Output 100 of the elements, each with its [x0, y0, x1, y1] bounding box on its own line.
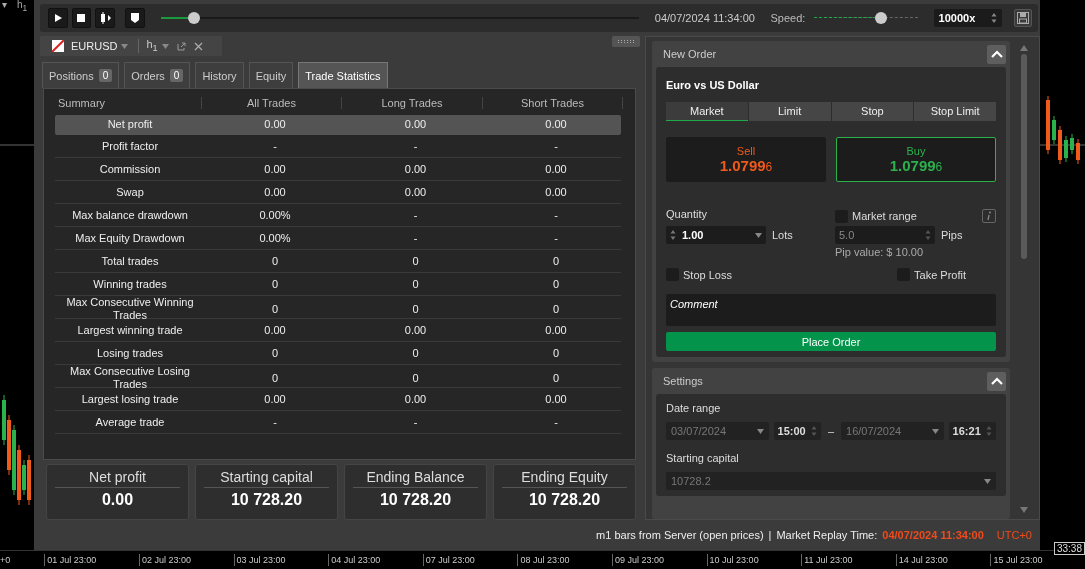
table-row[interactable]: Largest winning trade 0.00 0.00 0.00 [55, 319, 621, 342]
end-date-dropdown[interactable]: 16/07/2024 [841, 422, 944, 440]
order-type-tab[interactable]: Market [666, 102, 748, 121]
pips-field[interactable]: 5.0 [835, 226, 935, 244]
close-icon[interactable] [193, 41, 203, 51]
checkbox-label: Take Profit [914, 268, 966, 281]
progress-slider[interactable] [160, 12, 639, 24]
table-cell-text: 0 [270, 371, 280, 385]
table-cell-text: 0.00 [544, 185, 568, 199]
candle [1070, 133, 1074, 155]
sell-button[interactable]: Sell 1.07996 [666, 137, 826, 182]
spinner-icon[interactable] [986, 425, 992, 437]
candle [1052, 115, 1056, 145]
table-cell-text: - [553, 415, 559, 429]
table-cell-text: 0.00 [544, 162, 568, 176]
buy-button[interactable]: Buy 1.07996 [836, 137, 996, 182]
table-row[interactable]: Profit factor - - - [55, 135, 621, 158]
table-row[interactable]: Winning trades 0 0 0 [55, 273, 621, 296]
start-time-field[interactable]: 15:00 [773, 422, 821, 440]
tab[interactable]: Trade Statistics [298, 62, 388, 88]
table-row[interactable]: Total trades 0 0 0 [55, 250, 621, 273]
stop-icon [76, 13, 87, 23]
cursor-time-label: 33:38 [1053, 542, 1085, 555]
scroll-up-icon[interactable] [1019, 45, 1028, 51]
axis-label: 14 Jul 23:00 [895, 554, 991, 566]
caret-icon [756, 428, 764, 434]
tab[interactable]: Orders 0 [124, 62, 191, 88]
card-label: Ending Balance [353, 465, 478, 488]
chart-tab[interactable]: EURUSD h$_{1}$ [40, 36, 222, 56]
table-cell-text: Largest winning trade [76, 323, 184, 337]
step-button[interactable] [95, 8, 115, 28]
axis-label: 11 Jul 23:00 [801, 554, 896, 566]
starting-capital-dropdown[interactable]: 10728.2 [666, 472, 996, 490]
table-cell-text: - [412, 231, 419, 245]
column-header: Long Trades [342, 97, 483, 109]
scroll-down-icon[interactable] [1019, 507, 1028, 513]
stop-button[interactable] [71, 8, 92, 28]
table-row[interactable]: Max Consecutive Losing Trades 0 0 0 [55, 365, 621, 388]
quantity-label: Quantity [666, 208, 708, 222]
pop-out-icon[interactable] [176, 41, 186, 51]
tab[interactable]: History [195, 62, 244, 88]
table-cell-text: 0 [551, 277, 561, 291]
symbol-label: EURUSD [71, 40, 118, 52]
table-row[interactable]: Max Equity Drawdown 0.00% - - [55, 227, 621, 250]
section-title: New Order [663, 48, 717, 60]
info-icon[interactable] [982, 209, 996, 223]
card-label: Ending Equity [502, 465, 627, 488]
table-row[interactable]: Losing trades 0 0 0 [55, 342, 621, 365]
comment-field[interactable]: Comment [666, 294, 996, 326]
table-row[interactable]: Commission 0.00 0.00 0.00 [55, 158, 621, 181]
table-cell-text: 0.00 [403, 185, 428, 199]
play-icon [52, 13, 63, 23]
save-button[interactable] [1014, 9, 1032, 27]
order-type-tab[interactable]: Stop Limit [914, 102, 996, 121]
table-cell-text: Losing trades [95, 346, 164, 360]
drag-handle-icon[interactable] [612, 36, 640, 47]
table-row[interactable]: Net profit 0.00 0.00 0.00 [55, 115, 621, 135]
dropdown-caret[interactable]: ▾ [2, 0, 7, 10]
spinner-icon[interactable] [991, 12, 998, 24]
axis-label: +0 [0, 555, 12, 565]
start-date-dropdown[interactable]: 03/07/2024 [666, 422, 769, 440]
order-type-tab[interactable]: Limit [748, 102, 831, 121]
table-row[interactable]: Max Consecutive Winning Trades 0 0 0 [55, 296, 621, 319]
table-cell-text: 0.00 [403, 162, 428, 176]
tab[interactable]: Positions 0 [42, 62, 120, 88]
place-order-button[interactable]: Place Order [666, 332, 996, 351]
scrollbar-thumb[interactable] [1020, 54, 1027, 259]
axis-label: 07 Jul 23:00 [422, 554, 518, 566]
collapse-button[interactable] [987, 44, 1006, 64]
symbol-name: Euro vs US Dollar [666, 79, 760, 91]
spinner-icon[interactable] [670, 229, 676, 241]
column-header: Summary [52, 97, 202, 109]
card-label: Starting capital [204, 465, 329, 488]
table-cell-text: 0.00 [403, 392, 428, 406]
speed-slider[interactable] [813, 12, 918, 24]
candle [1076, 138, 1080, 165]
spinner-icon[interactable] [810, 425, 817, 437]
order-type-tab[interactable]: Stop [831, 102, 914, 121]
collapse-button[interactable] [987, 371, 1006, 391]
marker-button[interactable] [124, 8, 145, 28]
table-cell-text: 0 [270, 346, 280, 360]
table-row[interactable]: Average trade - - - [55, 411, 621, 434]
table-cell-text: 0 [411, 277, 420, 291]
quantity-field[interactable]: 1.00 [666, 226, 766, 244]
caret-icon [755, 232, 762, 238]
table-cell-text: Max Consecutive Losing Trades [69, 365, 191, 391]
table-cell-text: 0.00% [258, 208, 292, 222]
end-time-field[interactable]: 16:21 [948, 422, 996, 440]
axis-label: 01 Jul 23:00 [44, 554, 139, 566]
table-cell-text: - [553, 139, 559, 153]
table-row[interactable]: Max balance drawdown 0.00% - - [55, 204, 621, 227]
caret-icon [984, 478, 991, 484]
tab[interactable]: Equity [248, 62, 294, 88]
starting-capital-label: Starting capital [666, 452, 740, 466]
spinner-icon[interactable] [925, 229, 931, 241]
speed-field[interactable]: 10000x [933, 9, 1003, 27]
section-title: Settings [663, 375, 703, 387]
table-row[interactable]: Largest losing trade 0.00 0.00 0.00 [55, 388, 621, 411]
play-button[interactable] [48, 8, 68, 28]
table-row[interactable]: Swap 0.00 0.00 0.00 [55, 181, 621, 204]
